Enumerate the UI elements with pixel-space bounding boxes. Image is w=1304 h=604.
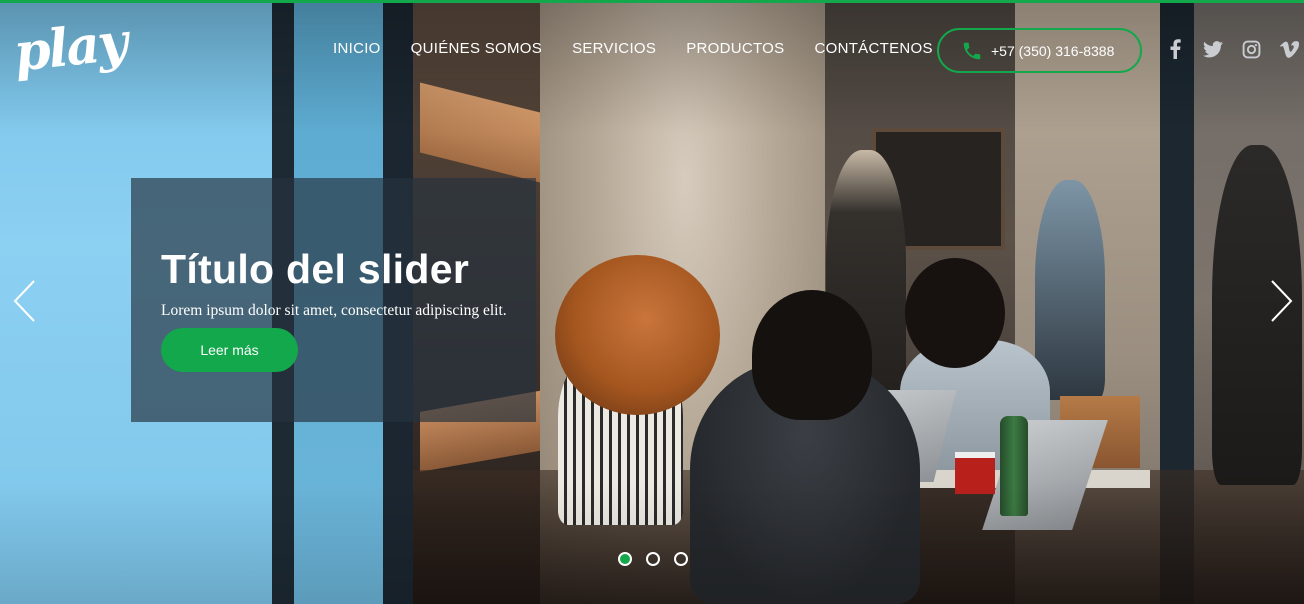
nav-item-productos[interactable]: PRODUCTOS	[686, 40, 784, 57]
instagram-icon[interactable]	[1241, 39, 1261, 59]
slide-caption: Título del slider Lorem ipsum dolor sit …	[131, 178, 536, 422]
phone-button[interactable]: +57 (350) 316-8388	[937, 28, 1142, 73]
facebook-icon[interactable]	[1165, 39, 1185, 59]
slider-dot[interactable]	[674, 552, 688, 566]
vimeo-icon[interactable]	[1279, 39, 1299, 59]
slider-dot[interactable]	[618, 552, 632, 566]
slide-description: Lorem ipsum dolor sit amet, consectetur …	[161, 302, 507, 319]
social-links	[1165, 39, 1304, 59]
brand-logo[interactable]: play	[11, 11, 129, 93]
next-slide-arrow-icon[interactable]	[1268, 279, 1294, 323]
logo-text: play	[11, 11, 129, 84]
nav-item-inicio[interactable]: INICIO	[333, 40, 381, 57]
slide-title: Título del slider	[161, 246, 470, 292]
phone-icon	[961, 40, 983, 62]
slider-dot[interactable]	[646, 552, 660, 566]
nav-item-contactenos[interactable]: CONTÁCTENOS	[814, 40, 932, 57]
slider-pagination	[618, 552, 688, 566]
read-more-button[interactable]: Leer más	[161, 328, 298, 372]
phone-number: +57 (350) 316-8388	[991, 42, 1115, 59]
site-header: play INICIO QUIÉNES SOMOS SERVICIOS PROD…	[0, 3, 1304, 98]
twitter-icon[interactable]	[1203, 39, 1223, 59]
main-nav: INICIO QUIÉNES SOMOS SERVICIOS PRODUCTOS…	[333, 40, 963, 57]
nav-item-servicios[interactable]: SERVICIOS	[572, 40, 656, 57]
nav-item-quienes-somos[interactable]: QUIÉNES SOMOS	[411, 40, 542, 57]
prev-slide-arrow-icon[interactable]	[12, 279, 38, 323]
